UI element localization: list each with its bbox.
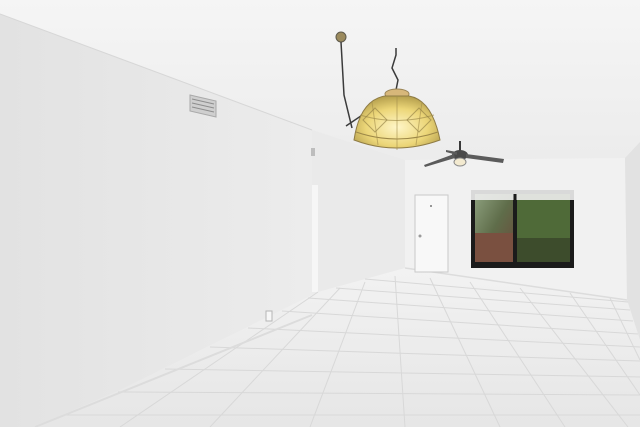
light-switch-icon	[265, 310, 273, 322]
hallway-opening	[312, 185, 318, 292]
room-photo	[0, 0, 640, 427]
door-peephole	[430, 205, 432, 207]
window-blind	[471, 190, 574, 200]
white-door	[414, 194, 449, 273]
room-scene	[0, 0, 640, 427]
hall-vent	[311, 148, 315, 156]
window	[471, 190, 574, 268]
door-knob	[418, 234, 422, 238]
